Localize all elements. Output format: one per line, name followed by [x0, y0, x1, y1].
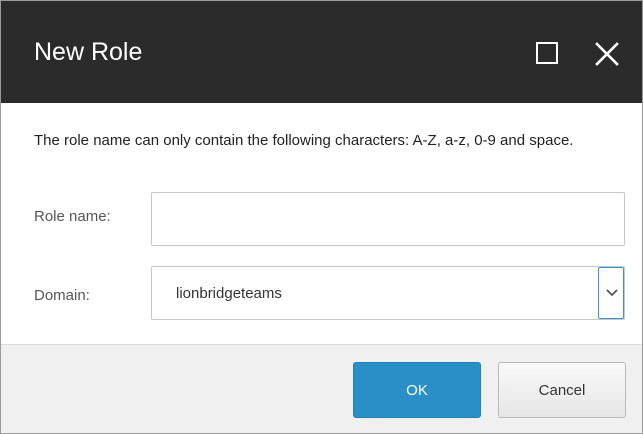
dialog-title: New Role	[34, 38, 143, 66]
role-name-rules-message: The role name can only contain the follo…	[34, 132, 574, 149]
dialog-titlebar: New Role	[1, 1, 642, 103]
domain-label: Domain:	[34, 287, 90, 304]
maximize-icon	[536, 42, 558, 64]
chevron-down-icon	[606, 289, 618, 297]
domain-select[interactable]: lionbridgeteams	[151, 266, 625, 320]
cancel-button[interactable]: Cancel	[498, 362, 626, 418]
maximize-button[interactable]	[533, 39, 563, 69]
role-name-label: Role name:	[34, 208, 111, 225]
role-name-input[interactable]	[151, 192, 625, 246]
close-icon	[595, 42, 619, 66]
domain-selected-value: lionbridgeteams	[176, 285, 282, 302]
dialog-footer: OK Cancel	[1, 344, 642, 433]
ok-button[interactable]: OK	[353, 362, 481, 418]
close-button[interactable]	[590, 37, 624, 71]
domain-dropdown-button[interactable]	[598, 267, 624, 319]
new-role-dialog: New Role The role name can only contain …	[0, 0, 643, 434]
